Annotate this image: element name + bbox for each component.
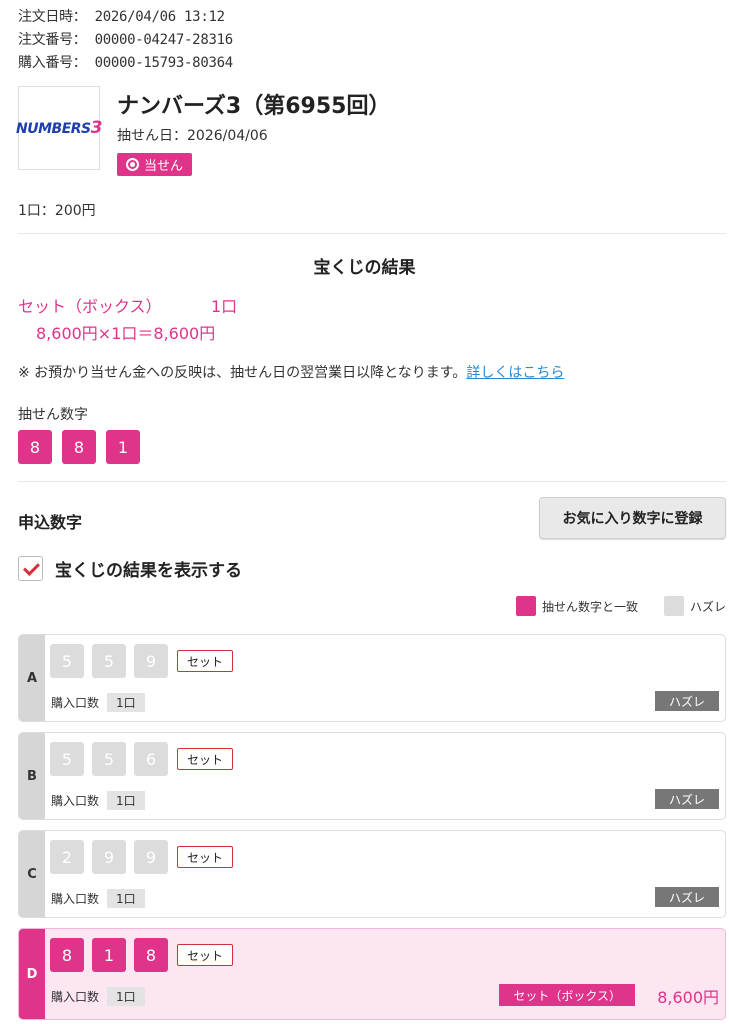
- winning-number: 1: [106, 430, 140, 464]
- purchase-number-row: 購入番号： 00000-15793-80364: [18, 52, 233, 72]
- results-section-title: 宝くじの結果: [313, 258, 416, 278]
- target-icon: [126, 158, 139, 171]
- divider: [18, 481, 726, 482]
- prize-amount: 8,600円: [657, 988, 719, 1007]
- entry-number: 5: [92, 742, 126, 776]
- show-results-label: 宝くじの結果を表示する: [55, 561, 242, 581]
- details-link[interactable]: 詳しくはこちら: [466, 365, 564, 381]
- unit-price: 1口：200円: [18, 203, 96, 219]
- entry-number: 2: [50, 840, 84, 874]
- winning-number: 8: [62, 430, 96, 464]
- quantity-label: 購入口数: [51, 696, 100, 710]
- order-number-value: 00000-04247-28316: [94, 32, 234, 48]
- entry-card-a: A 5 5 9 セット 購入口数 1口 ハズレ: [18, 634, 726, 722]
- legend: 抽せん数字と一致 ハズレ: [515, 596, 726, 616]
- entry-number: 8: [50, 938, 84, 972]
- entry-card-b: B 5 5 6 セット 購入口数 1口 ハズレ: [18, 732, 726, 820]
- quantity-value: 1口: [107, 987, 145, 1006]
- legend-match-label: 抽せん数字と一致: [541, 599, 638, 614]
- win-status-badge: 当せん: [117, 153, 193, 176]
- numbers3-logo: NUMBERS3: [16, 86, 103, 170]
- register-favorite-button[interactable]: お気に入り数字に登録: [539, 497, 726, 539]
- show-results-toggle[interactable]: 宝くじの結果を表示する: [18, 556, 242, 581]
- entry-card-c: C 2 9 9 セット 購入口数 1口 ハズレ: [18, 830, 726, 918]
- entry-type-tag: セット: [177, 846, 234, 868]
- logo-text: NUMBERS: [16, 121, 91, 137]
- winning-numbers-label: 抽せん数字: [18, 407, 88, 423]
- entry-number: 9: [134, 840, 168, 874]
- order-date-row: 注文日時： 2026/04/06 13:12: [18, 6, 225, 26]
- quantity-value: 1口: [107, 889, 145, 908]
- entry-number: 9: [134, 644, 168, 678]
- entry-number: 5: [92, 644, 126, 678]
- draw-date: 抽せん日：2026/04/06: [117, 128, 268, 144]
- order-date-label: 注文日時：: [18, 9, 87, 25]
- purchase-number-value: 00000-15793-80364: [94, 55, 234, 71]
- entry-result-badge: ハズレ: [654, 789, 719, 809]
- legend-miss-swatch: [663, 596, 684, 616]
- quantity-value: 1口: [107, 693, 145, 712]
- win-units: 1口: [211, 297, 238, 316]
- payout-note-text: ※ お預かり当せん金への反映は、抽せん日の翌営業日以降となります。: [18, 365, 467, 381]
- order-number-row: 注文番号： 00000-04247-28316: [18, 29, 233, 49]
- order-detail-page: 注文日時： 2026/04/06 13:12 注文番号： 00000-04247…: [0, 0, 729, 1024]
- quantity-label: 購入口数: [51, 990, 100, 1004]
- entry-number: 5: [50, 742, 84, 776]
- payout-note: ※ お預かり当せん金への反映は、抽せん日の翌営業日以降となります。詳しくはこちら: [18, 362, 564, 382]
- entry-number: 8: [134, 938, 168, 972]
- legend-miss-label: ハズレ: [689, 599, 726, 614]
- entry-card-d: D 8 1 8 セット 購入口数 1口 セット（ボックス） 8,600円: [18, 928, 726, 1020]
- quantity-label: 購入口数: [51, 794, 100, 808]
- entry-letter: B: [19, 733, 45, 819]
- win-status-label: 当せん: [144, 159, 184, 174]
- order-date-value: 2026/04/06 13:12: [94, 9, 225, 25]
- show-results-checkbox[interactable]: [18, 556, 43, 581]
- entry-result-badge: ハズレ: [654, 887, 719, 907]
- entry-letter: D: [19, 929, 45, 1019]
- entry-number: 6: [134, 742, 168, 776]
- entry-type-tag: セット: [177, 748, 234, 770]
- entry-type-tag: セット: [177, 650, 234, 672]
- winning-number: 8: [18, 430, 52, 464]
- divider: [18, 233, 726, 234]
- prize-calculation: 8,600円×1口＝8,600円: [36, 324, 216, 343]
- entry-letter: A: [19, 635, 45, 721]
- quantity-label: 購入口数: [51, 892, 100, 906]
- entry-letter: C: [19, 831, 45, 917]
- order-number-label: 注文番号：: [18, 32, 87, 48]
- entry-type-tag: セット: [177, 944, 234, 966]
- entry-number: 5: [50, 644, 84, 678]
- applied-numbers-title: 申込数字: [18, 513, 83, 532]
- legend-match-swatch: [515, 596, 536, 616]
- purchase-number-label: 購入番号：: [18, 55, 87, 71]
- entry-number: 9: [92, 840, 126, 874]
- lottery-title: ナンバーズ3（第6955回）: [117, 94, 391, 119]
- entry-result-badge: ハズレ: [654, 691, 719, 711]
- logo-digit: 3: [90, 118, 103, 138]
- quantity-value: 1口: [107, 791, 145, 810]
- win-type: セット（ボックス）: [18, 297, 162, 316]
- entry-result-badge: セット（ボックス）: [499, 984, 635, 1006]
- entry-number: 1: [92, 938, 126, 972]
